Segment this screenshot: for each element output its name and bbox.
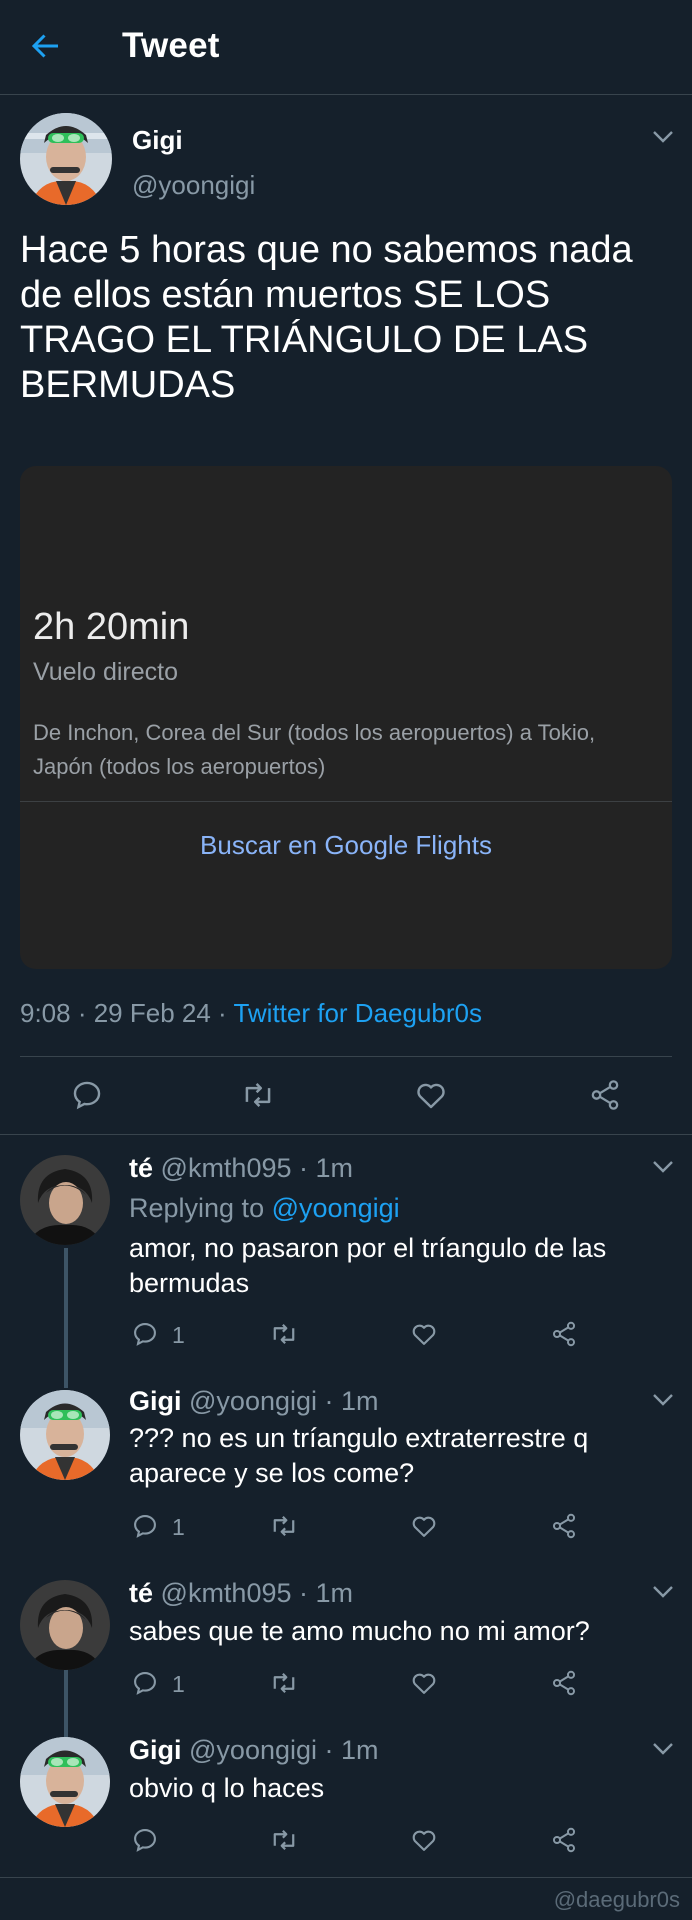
timestamp: · 1m	[324, 1735, 379, 1765]
share-icon[interactable]	[588, 1078, 622, 1112]
timestamp: · 1m	[299, 1578, 354, 1608]
like-icon[interactable]	[414, 1078, 448, 1112]
flight-card[interactable]: 2h 20min Vuelo directo De Inchon, Corea …	[20, 466, 672, 969]
reply-count: 1	[172, 1514, 185, 1540]
back-arrow-icon[interactable]	[28, 28, 64, 64]
reply-header: Gigi @yoongigi · 1m	[129, 1735, 379, 1766]
like-icon[interactable]	[410, 1320, 438, 1348]
chevron-down-icon[interactable]	[652, 1160, 674, 1174]
flight-type: Vuelo directo	[33, 658, 178, 686]
chevron-down-icon[interactable]	[652, 1585, 674, 1599]
reply-icon[interactable]	[70, 1078, 104, 1112]
reply-count: 1	[172, 1322, 185, 1348]
retweet-icon[interactable]	[269, 1320, 299, 1348]
timestamp: · 1m	[324, 1386, 379, 1416]
tweet-meta: 9:08 · 29 Feb 24 · Twitter for Daegubr0s	[20, 998, 482, 1029]
avatar[interactable]	[20, 113, 112, 205]
share-icon[interactable]	[550, 1669, 578, 1697]
reply-header: té @kmth095 · 1m	[129, 1153, 353, 1184]
user-handle[interactable]: @yoongigi	[132, 170, 255, 201]
retweet-icon[interactable]	[269, 1826, 299, 1854]
watermark: @daegubr0s	[553, 1887, 680, 1912]
reply-text: sabes que te amo mucho no mi amor?	[129, 1616, 590, 1646]
like-icon[interactable]	[410, 1669, 438, 1697]
reply-header: Gigi @yoongigi · 1m	[129, 1386, 379, 1417]
replying-to-label: Replying to	[129, 1193, 265, 1223]
share-icon[interactable]	[550, 1826, 578, 1854]
like-icon[interactable]	[410, 1512, 438, 1540]
like-icon[interactable]	[410, 1826, 438, 1854]
reply-header: té @kmth095 · 1m	[129, 1578, 353, 1609]
retweet-icon[interactable]	[269, 1669, 299, 1697]
avatar[interactable]	[20, 1155, 110, 1245]
display-name[interactable]: Gigi	[132, 125, 183, 156]
reply-icon[interactable]	[131, 1826, 159, 1854]
avatar[interactable]	[20, 1737, 110, 1827]
display-name[interactable]: té	[129, 1153, 153, 1183]
retweet-icon[interactable]	[240, 1078, 276, 1112]
share-icon[interactable]	[550, 1320, 578, 1348]
client-source-link[interactable]: Twitter for Daegubr0s	[233, 998, 482, 1028]
divider	[20, 801, 672, 802]
reply-icon[interactable]	[131, 1320, 159, 1348]
reply-text: obvio q lo haces	[129, 1773, 325, 1803]
google-flights-link[interactable]: Buscar en Google Flights	[20, 830, 672, 861]
chevron-down-icon[interactable]	[652, 130, 674, 144]
timestamp: · 1m	[299, 1153, 354, 1183]
chevron-down-icon[interactable]	[652, 1393, 674, 1407]
display-name[interactable]: Gigi	[129, 1735, 182, 1765]
replying-to: Replying to @yoongigi	[129, 1193, 400, 1224]
flight-route: De Inchon, Corea del Sur (todos los aero…	[33, 720, 596, 779]
divider	[0, 1877, 692, 1878]
flight-duration: 2h 20min	[33, 606, 190, 648]
divider	[20, 1056, 672, 1057]
user-handle[interactable]: @yoongigi	[189, 1735, 317, 1765]
reply-count: 1	[172, 1671, 185, 1697]
reply-icon[interactable]	[131, 1669, 159, 1697]
display-name[interactable]: té	[129, 1578, 153, 1608]
reply-icon[interactable]	[131, 1512, 159, 1540]
divider	[0, 1134, 692, 1135]
reply-text: amor, no pasaron por el tríangulo de las…	[129, 1233, 607, 1298]
mention-link[interactable]: @yoongigi	[272, 1193, 400, 1223]
chevron-down-icon[interactable]	[652, 1742, 674, 1756]
user-handle[interactable]: @kmth095	[161, 1578, 292, 1608]
user-handle[interactable]: @yoongigi	[189, 1386, 317, 1416]
reply-text: ??? no es un tríangulo extraterrestre q …	[129, 1423, 589, 1488]
display-name[interactable]: Gigi	[129, 1386, 182, 1416]
timestamp: 9:08 · 29 Feb 24 ·	[20, 998, 234, 1028]
avatar[interactable]	[20, 1390, 110, 1480]
user-handle[interactable]: @kmth095	[161, 1153, 292, 1183]
top-bar: Tweet	[0, 0, 692, 95]
thread-line	[64, 1248, 68, 1388]
tweet-text: Hace 5 horas que no sabemos nada de ello…	[20, 229, 633, 406]
retweet-icon[interactable]	[269, 1512, 299, 1540]
avatar[interactable]	[20, 1580, 110, 1670]
share-icon[interactable]	[550, 1512, 578, 1540]
page-title: Tweet	[122, 26, 220, 65]
